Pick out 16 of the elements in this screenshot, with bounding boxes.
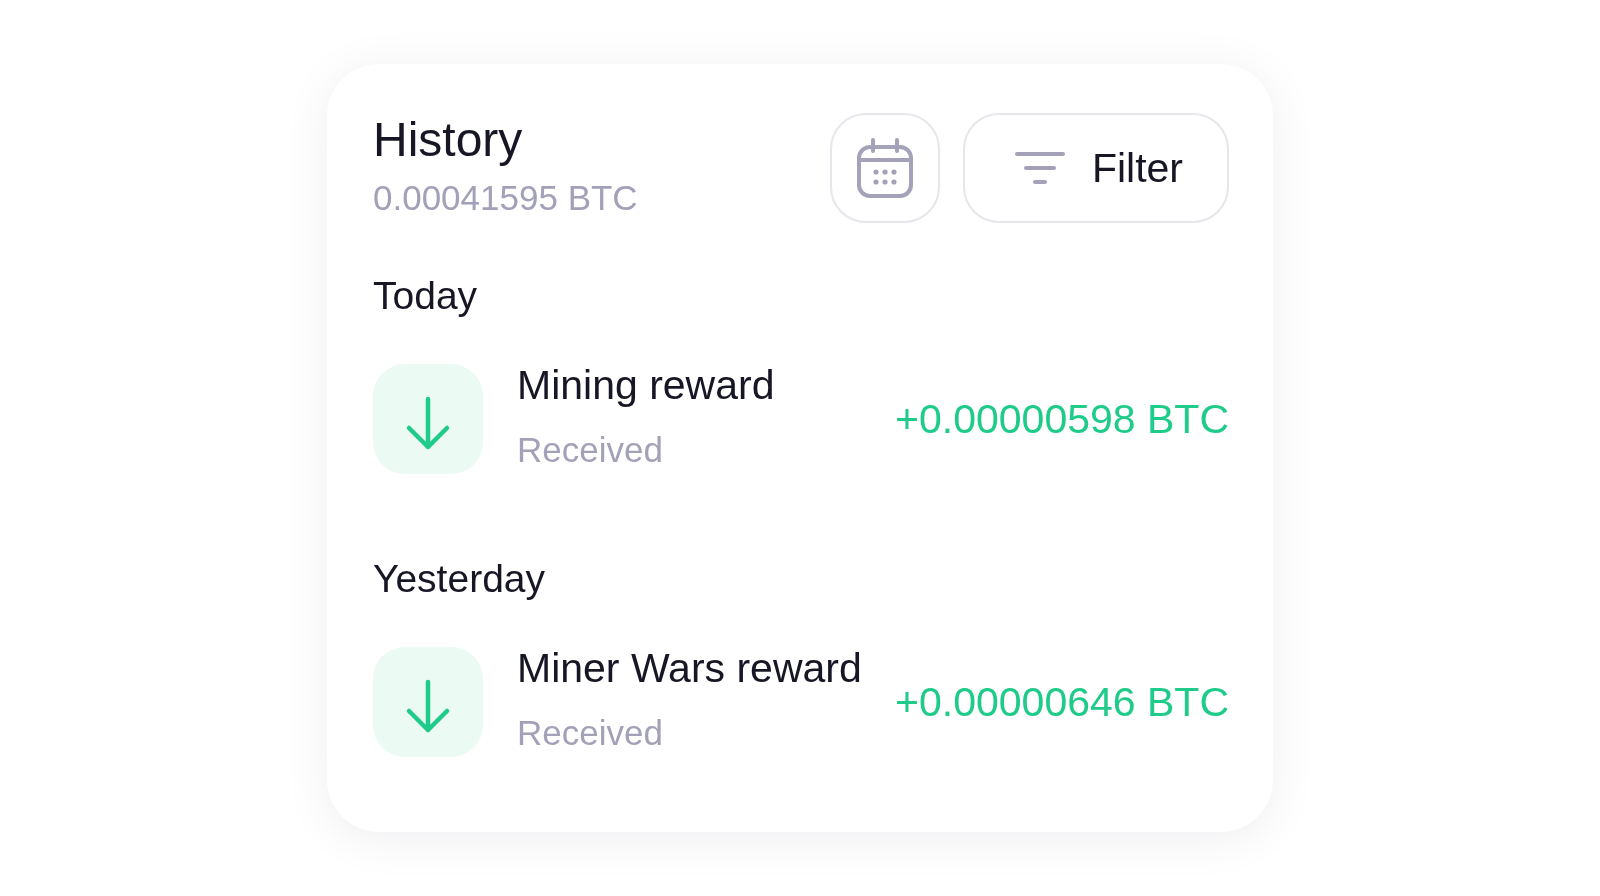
filter-button[interactable]: Filter xyxy=(962,113,1229,223)
date-heading: Yesterday xyxy=(373,556,545,602)
calendar-button[interactable] xyxy=(829,113,940,223)
filter-icon xyxy=(1014,152,1065,184)
balance-amount: 0.00041595 BTC xyxy=(373,177,638,219)
calendar-icon xyxy=(856,138,913,198)
transaction-title: Miner Wars reward xyxy=(517,644,862,693)
transaction-amount: +0.00000598 BTC xyxy=(894,394,1229,444)
transaction-status: Received xyxy=(517,712,663,754)
arrow-down-icon xyxy=(373,647,483,757)
transaction-title: Mining reward xyxy=(517,361,775,410)
history-title: History xyxy=(373,112,523,168)
transaction-status: Received xyxy=(517,429,663,471)
arrow-down-icon xyxy=(373,364,483,474)
transaction-amount: +0.00000646 BTC xyxy=(894,677,1229,727)
date-heading: Today xyxy=(373,273,478,319)
